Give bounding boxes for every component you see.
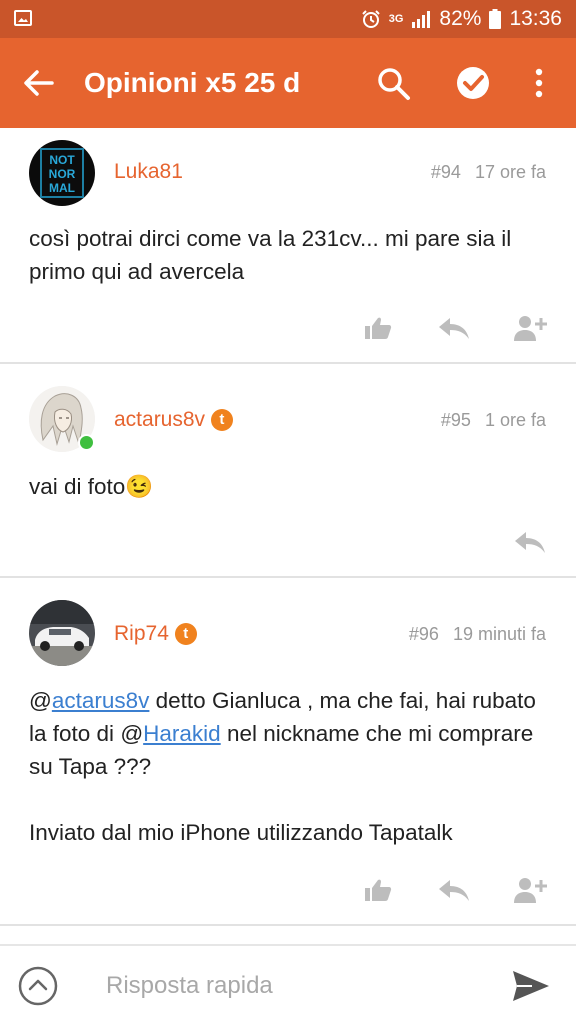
post-number: #94 — [430, 162, 461, 182]
tapatalk-badge-icon: t — [174, 623, 197, 646]
signal-icon — [412, 11, 431, 28]
post-item: actarus8v t #95 1 ore fa vai di foto😉 — [0, 364, 576, 576]
page-title: Opinioni x5 25 d — [84, 67, 301, 98]
send-icon[interactable] — [512, 970, 550, 1002]
post-time: 17 ore fa — [474, 162, 546, 182]
post-number: #96 — [408, 624, 439, 644]
tapatalk-badge-icon: t — [210, 409, 233, 432]
post-signature: Inviato dal mio iPhone utilizzando Tapat… — [29, 820, 453, 845]
battery-percent: 82% — [439, 7, 482, 30]
wink-emoji: 😉 — [125, 474, 154, 499]
search-icon[interactable] — [376, 66, 412, 102]
post-text: vai di foto — [29, 474, 126, 499]
clock: 13:36 — [509, 7, 562, 30]
username[interactable]: Luka81 — [114, 160, 183, 184]
mention-link[interactable]: actarus8v — [52, 688, 150, 713]
divider — [0, 924, 576, 926]
post-body: così potrai dirci come va la 231cv... mi… — [29, 226, 512, 284]
expand-up-icon[interactable] — [18, 966, 58, 1006]
reply-icon[interactable] — [514, 530, 546, 554]
back-arrow-icon[interactable] — [22, 68, 54, 98]
mention-prefix: @ — [120, 721, 144, 746]
username-row: Rip74 t — [114, 622, 197, 646]
avatar-image — [29, 600, 95, 666]
network-type: 3G — [388, 12, 404, 25]
like-icon[interactable] — [364, 878, 392, 902]
battery-icon — [489, 9, 502, 29]
check-circle-icon[interactable] — [455, 65, 491, 101]
username[interactable]: Rip74 — [114, 622, 169, 645]
post-body: @actarus8v detto Gianluca , ma che fai, … — [29, 684, 549, 849]
post-item: NOT NOR MAL Luka81 #94 17 ore fa così pot… — [0, 128, 576, 362]
avatar[interactable]: NOT NOR MAL — [29, 140, 95, 206]
svg-text:NOT: NOT — [49, 153, 75, 167]
quick-reply-bar: Risposta rapida — [0, 944, 576, 1026]
more-vert-icon[interactable] — [534, 68, 544, 98]
status-bar: 3G 82% 13:36 — [0, 0, 576, 38]
username[interactable]: actarus8v — [114, 408, 205, 431]
post-body: vai di foto😉 — [29, 470, 549, 503]
avatar[interactable] — [29, 600, 95, 666]
post-time: 1 ore fa — [484, 410, 546, 430]
avatar-image: NOT NOR MAL — [40, 148, 84, 198]
mention-prefix: @ — [29, 688, 52, 713]
online-indicator — [78, 434, 95, 451]
gallery-icon — [14, 10, 32, 26]
quick-reply-input[interactable]: Risposta rapida — [106, 972, 273, 1000]
follow-icon[interactable] — [514, 314, 548, 342]
avatar[interactable] — [29, 386, 95, 452]
app-bar: Opinioni x5 25 d — [0, 38, 576, 128]
post-meta: #94 17 ore fa — [431, 162, 546, 183]
post-number: #95 — [440, 410, 471, 430]
username-row: actarus8v t — [114, 408, 233, 432]
follow-icon[interactable] — [514, 876, 548, 904]
alarm-icon — [362, 10, 380, 28]
like-icon[interactable] — [364, 316, 392, 340]
post-meta: #96 19 minuti fa — [409, 624, 546, 645]
post-item: Rip74 t #96 19 minuti fa @actarus8v detto… — [0, 578, 576, 924]
post-time: 19 minuti fa — [452, 624, 546, 644]
reply-icon[interactable] — [438, 316, 470, 340]
reply-icon[interactable] — [438, 878, 470, 902]
svg-text:NOR: NOR — [49, 167, 76, 181]
mention-link[interactable]: Harakid — [143, 721, 221, 746]
svg-text:MAL: MAL — [49, 181, 75, 195]
post-meta: #95 1 ore fa — [441, 410, 546, 431]
